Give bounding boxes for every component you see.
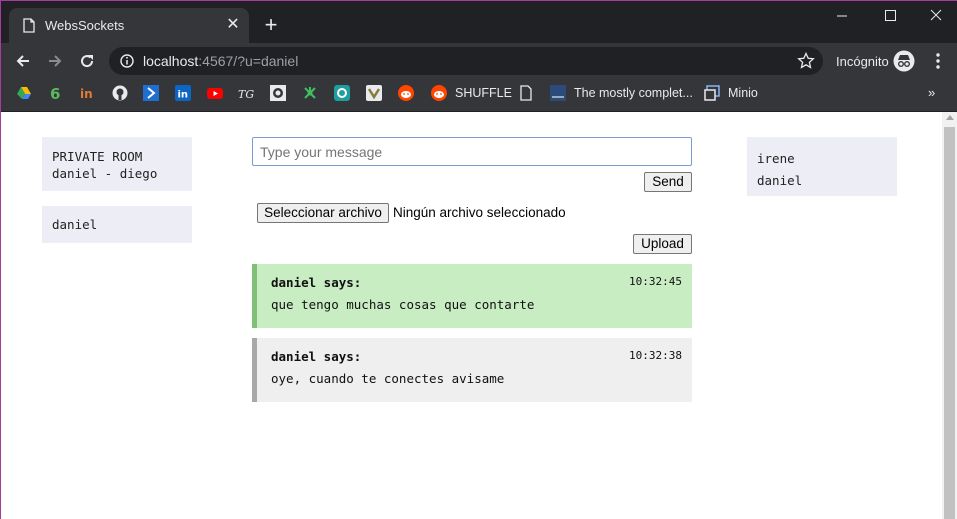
youtube-icon[interactable]: [207, 85, 223, 101]
scroll-up-arrow-icon[interactable]: [946, 115, 954, 120]
incognito-label: Incógnito: [836, 54, 889, 69]
svg-text:in: in: [80, 87, 93, 101]
tab-title: WebsSockets: [45, 18, 125, 33]
browser-tab[interactable]: WebsSockets ✕: [9, 8, 249, 43]
online-user[interactable]: daniel: [757, 170, 887, 192]
scroll-thumb[interactable]: [944, 127, 955, 519]
tg-icon[interactable]: TG: [238, 85, 254, 101]
vue-icon[interactable]: [366, 85, 382, 101]
message-text: oye, cuando te conectes avisame: [271, 371, 505, 386]
new-tab-icon[interactable]: +: [262, 14, 280, 36]
message-author: daniel says:: [271, 275, 362, 290]
chat-message: daniel says: 10:32:38 oye, cuando te con…: [252, 338, 692, 402]
doc-icon[interactable]: [550, 85, 566, 101]
file-status-label: Ningún archivo seleccionado: [393, 205, 566, 220]
upload-button[interactable]: Upload: [633, 234, 692, 254]
chat-page: PRIVATE ROOM daniel - diego daniel Send …: [0, 112, 942, 519]
github-icon[interactable]: [112, 85, 128, 101]
url-text: localhost:4567/?u=daniel: [143, 53, 299, 69]
online-users-box: irene daniel: [747, 137, 897, 196]
current-user-name: daniel: [52, 217, 98, 232]
svg-text:in: in: [178, 90, 189, 101]
chat-message: daniel says: 10:32:45 que tengo muchas c…: [252, 264, 692, 328]
message-time: 10:32:38: [629, 349, 682, 362]
bookmark-star-icon[interactable]: [797, 52, 815, 70]
linkedin-icon[interactable]: in: [175, 85, 191, 101]
close-window-icon[interactable]: [926, 6, 946, 26]
address-bar[interactable]: localhost:4567/?u=daniel: [109, 47, 823, 75]
reload-icon[interactable]: [77, 51, 97, 71]
bookmark-shuffle-label[interactable]: SHUFFLE: [455, 86, 512, 100]
sixbook-icon[interactable]: 6: [48, 85, 64, 103]
page-icon: [23, 18, 35, 33]
message-input[interactable]: [252, 137, 692, 166]
reddit-icon[interactable]: [431, 85, 447, 101]
page-icon[interactable]: [518, 85, 534, 101]
room-title: PRIVATE ROOM: [52, 149, 143, 164]
network-icon[interactable]: [302, 85, 318, 101]
maximize-icon[interactable]: [880, 6, 900, 26]
browser-titlebar: WebsSockets ✕ +: [0, 0, 957, 43]
bookmarks-bar: 6 in in TG SHUFFLE The mostly complet...…: [0, 79, 957, 112]
info-icon[interactable]: [120, 54, 134, 68]
google-drive-icon[interactable]: [16, 85, 32, 101]
choose-file-button[interactable]: Seleccionar archivo: [257, 203, 389, 223]
page-scrollbar[interactable]: [942, 112, 957, 519]
bookmark-minio-label[interactable]: Minio: [728, 86, 758, 100]
svg-text:TG: TG: [238, 88, 254, 101]
forward-icon[interactable]: [45, 51, 65, 71]
current-user-box: daniel: [42, 206, 192, 243]
azure-icon[interactable]: [143, 85, 159, 101]
message-time: 10:32:45: [629, 275, 682, 288]
close-tab-icon[interactable]: ✕: [225, 17, 241, 33]
incognito-icon[interactable]: [893, 50, 915, 72]
message-author: daniel says:: [271, 349, 362, 364]
svg-text:6: 6: [50, 85, 60, 101]
medium-icon[interactable]: in: [80, 85, 96, 101]
more-menu-icon[interactable]: [930, 51, 946, 71]
room-info-box: PRIVATE ROOM daniel - diego: [42, 137, 192, 191]
minio-icon[interactable]: [704, 85, 720, 101]
bookmark-mostly-complete-label[interactable]: The mostly complet...: [574, 86, 693, 100]
circle-icon[interactable]: [270, 85, 286, 101]
minimize-icon[interactable]: [832, 6, 852, 26]
room-members: daniel - diego: [52, 166, 158, 181]
online-user[interactable]: irene: [757, 148, 887, 170]
ring-icon[interactable]: [334, 85, 350, 101]
more-bookmarks-icon[interactable]: »: [928, 85, 935, 100]
back-icon[interactable]: [13, 51, 33, 71]
send-button[interactable]: Send: [644, 172, 692, 192]
message-text: que tengo muchas cosas que contarte: [271, 297, 535, 312]
browser-toolbar: localhost:4567/?u=daniel Incógnito: [0, 43, 957, 79]
reddit-icon[interactable]: [398, 85, 414, 101]
